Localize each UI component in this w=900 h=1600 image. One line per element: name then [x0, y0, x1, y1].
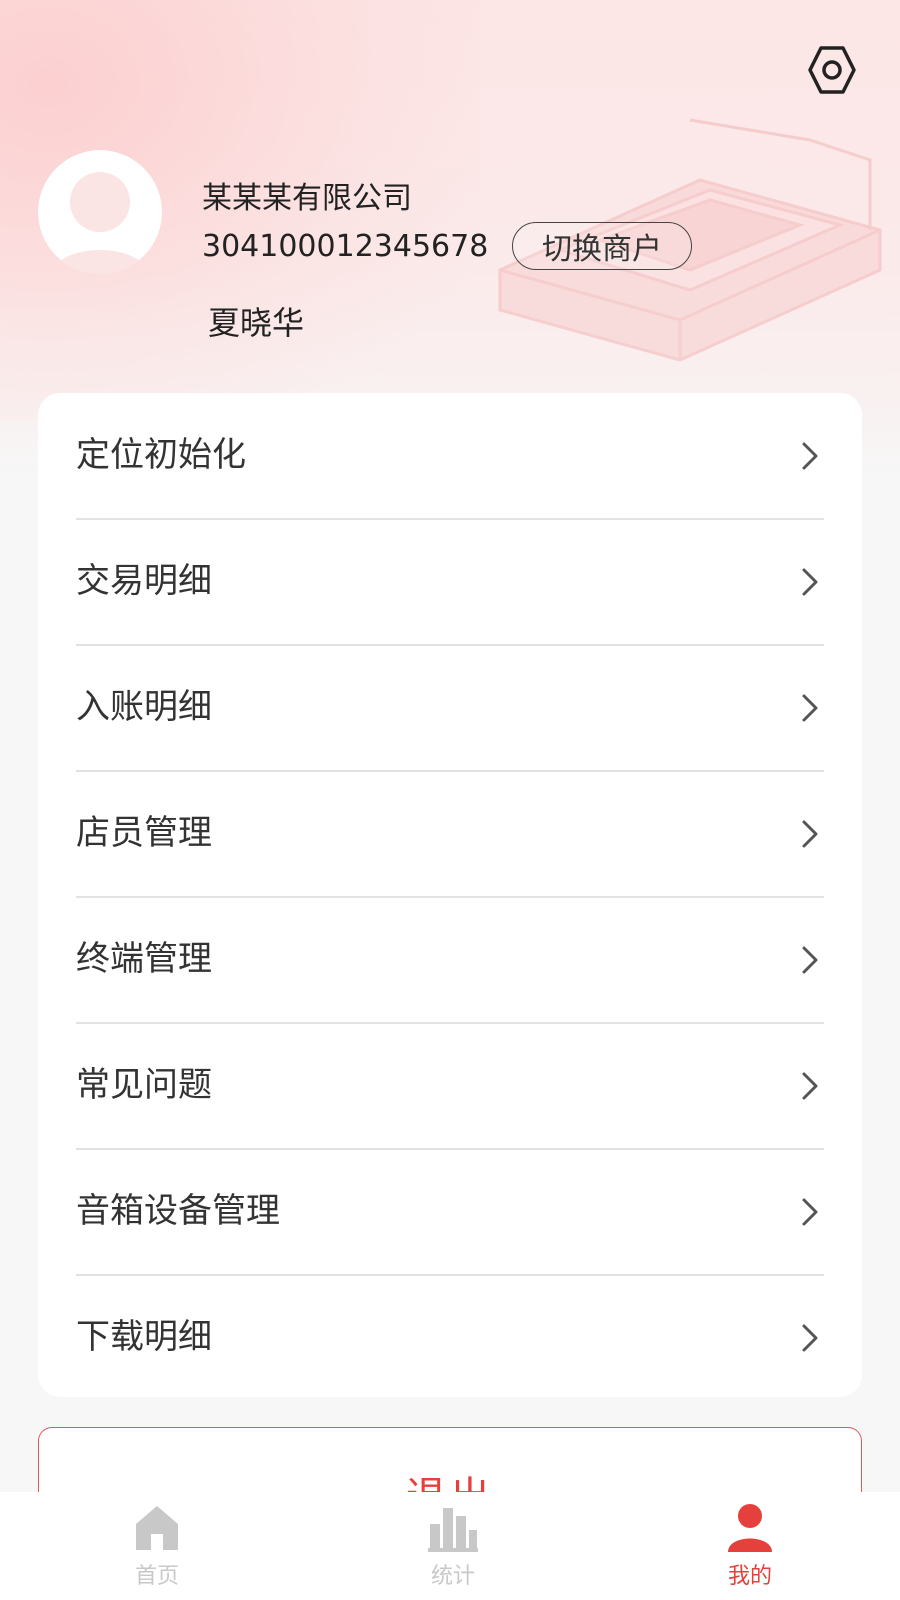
menu-item-label: 终端管理: [76, 939, 212, 979]
merchant-number: 304100012345678: [202, 229, 489, 264]
settings-button[interactable]: [806, 44, 858, 96]
menu-item-speaker-device-management[interactable]: 音箱设备管理: [76, 1149, 824, 1274]
menu-item-label: 交易明细: [76, 561, 212, 601]
chevron-right-icon: [802, 568, 818, 596]
menu-item-label: 下载明细: [76, 1317, 212, 1357]
tab-label: 我的: [727, 1564, 772, 1589]
menu-item-label: 音箱设备管理: [76, 1191, 280, 1231]
tab-label: 首页: [134, 1564, 179, 1589]
gear-icon: [808, 46, 856, 94]
home-icon: [136, 1506, 178, 1550]
tab-profile[interactable]: 我的: [650, 1492, 850, 1600]
menu-item-label: 常见问题: [76, 1065, 212, 1105]
user-name: 夏晓华: [208, 304, 305, 342]
chevron-right-icon: [802, 820, 818, 848]
menu-item-location-init[interactable]: 定位初始化: [76, 393, 824, 518]
chevron-right-icon: [802, 1072, 818, 1100]
menu-item-label: 店员管理: [76, 813, 212, 853]
tab-stats[interactable]: 统计: [353, 1492, 553, 1600]
tab-home[interactable]: 首页: [57, 1492, 257, 1600]
menu-item-transaction-detail[interactable]: 交易明细: [76, 519, 824, 644]
menu-item-staff-management[interactable]: 店员管理: [76, 771, 824, 896]
menu-item-terminal-management[interactable]: 终端管理: [76, 897, 824, 1022]
switch-merchant-button[interactable]: 切换商户: [512, 222, 692, 270]
avatar-placeholder-icon: [38, 150, 162, 274]
chevron-right-icon: [802, 694, 818, 722]
menu-item-label: 入账明细: [76, 687, 212, 727]
tab-label: 统计: [430, 1564, 475, 1589]
menu-item-faq[interactable]: 常见问题: [76, 1023, 824, 1148]
chevron-right-icon: [802, 946, 818, 974]
chevron-right-icon: [802, 1198, 818, 1226]
menu-item-download-detail[interactable]: 下载明细: [76, 1275, 824, 1400]
menu-item-settlement-detail[interactable]: 入账明细: [76, 645, 824, 770]
profile-icon: [728, 1504, 772, 1552]
menu-item-label: 定位初始化: [76, 435, 246, 475]
chevron-right-icon: [802, 442, 818, 470]
menu-card: 定位初始化 交易明细 入账明细 店员管理 终端管理 常见问题 音箱设备管理 下载…: [38, 393, 862, 1397]
company-name: 某某某有限公司: [202, 181, 412, 216]
chevron-right-icon: [802, 1324, 818, 1352]
bottom-tab-bar: 首页 统计 我的: [0, 1492, 900, 1600]
avatar: [38, 150, 162, 274]
stats-icon: [428, 1508, 478, 1552]
